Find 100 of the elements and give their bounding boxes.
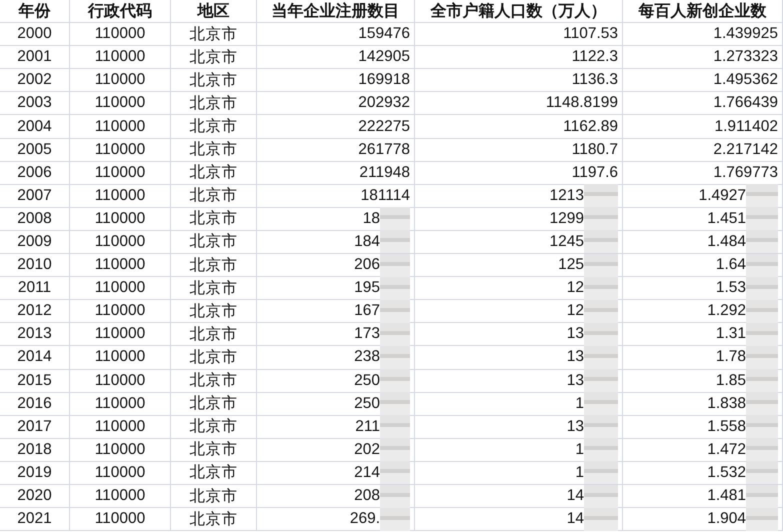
table-cell-text: 北京市 — [190, 209, 238, 230]
table-cell: 110000 — [94, 348, 146, 366]
table-cell: 110000 — [94, 440, 146, 459]
table-cell: 250 — [354, 394, 380, 413]
table-cell: 238 — [354, 348, 380, 366]
table-cell-text: 北京市 — [190, 117, 238, 138]
table-cell: 167 — [354, 302, 380, 320]
table-cell: 1 — [575, 440, 584, 459]
table-cell: 2000 — [17, 25, 52, 44]
table-cell: 261778 — [358, 140, 410, 159]
table-cell: 2009 — [17, 232, 52, 251]
table-cell: 2006 — [17, 164, 52, 182]
table-cell: 2.217142 — [713, 140, 778, 159]
table-cell-text: 北京市 — [190, 70, 238, 91]
table-cell: 173 — [354, 325, 380, 344]
column-header: 行政代码 — [70, 0, 171, 24]
table-cell: 13 — [566, 325, 584, 344]
table-cell: 2007 — [17, 186, 52, 205]
table-cell: 250 — [354, 372, 380, 390]
table-cell: 13 — [566, 418, 584, 436]
table-cell: 13 — [566, 348, 584, 366]
table-cell: 1.484 — [707, 232, 746, 251]
table-cell: 110000 — [94, 394, 146, 413]
table-cell: 125 — [558, 256, 584, 274]
table-cell: 1197.6 — [572, 164, 618, 182]
table-cell: 214 — [354, 464, 380, 482]
table-cell: 1.451 — [707, 210, 746, 228]
table-cell: 2014 — [17, 348, 52, 366]
column-header: 当年企业注册数目 — [257, 0, 415, 24]
table-cell: 1.766439 — [713, 94, 778, 112]
table-cell: 195 — [354, 279, 380, 298]
table-cell: 159476 — [358, 25, 410, 44]
table-cell: 110000 — [94, 71, 146, 90]
table-cell-text: 北京市 — [190, 510, 238, 530]
table-cell: 1136.3 — [572, 71, 618, 90]
table-cell: 12 — [566, 302, 584, 320]
table-cell: 2018 — [17, 440, 52, 459]
table-cell: 2017 — [17, 418, 52, 436]
table-cell: 110000 — [94, 372, 146, 390]
table-cell: 2011 — [18, 279, 52, 298]
table-cell: 1.273323 — [713, 48, 778, 66]
table-cell: 14 — [566, 487, 584, 506]
table-cell: 1.4927 — [698, 186, 746, 205]
table-cell: 202 — [354, 440, 380, 459]
table-cell: 1.904 — [707, 510, 746, 528]
table-cell: 110000 — [94, 464, 146, 482]
table-cell: 110000 — [94, 118, 146, 136]
table-cell: 1122.3 — [572, 48, 618, 66]
table-cell: 2012 — [17, 302, 52, 320]
table-cell: 1.64 — [716, 256, 746, 274]
table-cell-text: 北京市 — [190, 186, 238, 206]
table-cell: 1148.8199 — [546, 94, 618, 112]
table-cell: 1.85 — [716, 372, 746, 390]
table-cell: 142905 — [358, 48, 410, 66]
table-cell: 110000 — [94, 140, 146, 159]
table-cell: 110000 — [94, 325, 146, 344]
table-cell: 18 — [362, 210, 380, 228]
table-cell-text: 北京市 — [190, 278, 238, 299]
table-cell: 2001 — [17, 48, 52, 66]
table-cell-text: 北京市 — [190, 371, 238, 392]
table-cell: 110000 — [94, 487, 146, 506]
table-cell: 110000 — [94, 25, 146, 44]
table-cell: 1299 — [550, 210, 584, 228]
table-cell: 110000 — [94, 210, 146, 228]
table-cell-text: 北京市 — [190, 463, 238, 484]
table-cell-text: 北京市 — [190, 324, 238, 345]
table-cell: 110000 — [94, 164, 146, 182]
table-cell: 1 — [575, 464, 584, 482]
table-cell: 1.532 — [707, 464, 746, 482]
table-cell: 206 — [354, 256, 380, 274]
table-cell: 14 — [566, 510, 584, 528]
table-cell: 1213 — [550, 186, 584, 205]
table-cell: 2008 — [17, 210, 52, 228]
column-header: 年份 — [0, 0, 70, 24]
table-cell: 2010 — [17, 256, 52, 274]
table-cell-text: 北京市 — [190, 24, 238, 45]
table-cell: 1245 — [550, 232, 584, 251]
table-cell-text: 北京市 — [190, 48, 238, 68]
table-cell: 202932 — [358, 94, 410, 112]
table-cell: 2016 — [17, 394, 52, 413]
table-cell-text: 北京市 — [190, 440, 238, 460]
column-header: 地区 — [171, 0, 257, 24]
table-cell: 110000 — [94, 94, 146, 112]
table-cell: 110000 — [94, 232, 146, 251]
table-cell: 1.439925 — [713, 25, 778, 44]
table-cell: 269. — [350, 510, 380, 528]
table-cell: 211 — [355, 418, 380, 436]
table-cell-text: 北京市 — [190, 302, 238, 322]
table-cell: 110000 — [94, 256, 146, 274]
table-cell: 169918 — [358, 71, 410, 90]
table-cell: 2003 — [17, 94, 52, 112]
table-cell-text: 北京市 — [190, 394, 238, 414]
table-cell: 1.769773 — [713, 164, 778, 182]
table-cell: 2021 — [17, 510, 52, 528]
table-cell: 2002 — [17, 71, 52, 90]
table-cell: 181114 — [360, 186, 410, 205]
table-cell: 2015 — [17, 372, 52, 390]
table-cell: 1.292 — [707, 302, 746, 320]
column-header: 全市户籍人口数（万人） — [415, 0, 623, 24]
table-cell: 184 — [354, 232, 380, 251]
